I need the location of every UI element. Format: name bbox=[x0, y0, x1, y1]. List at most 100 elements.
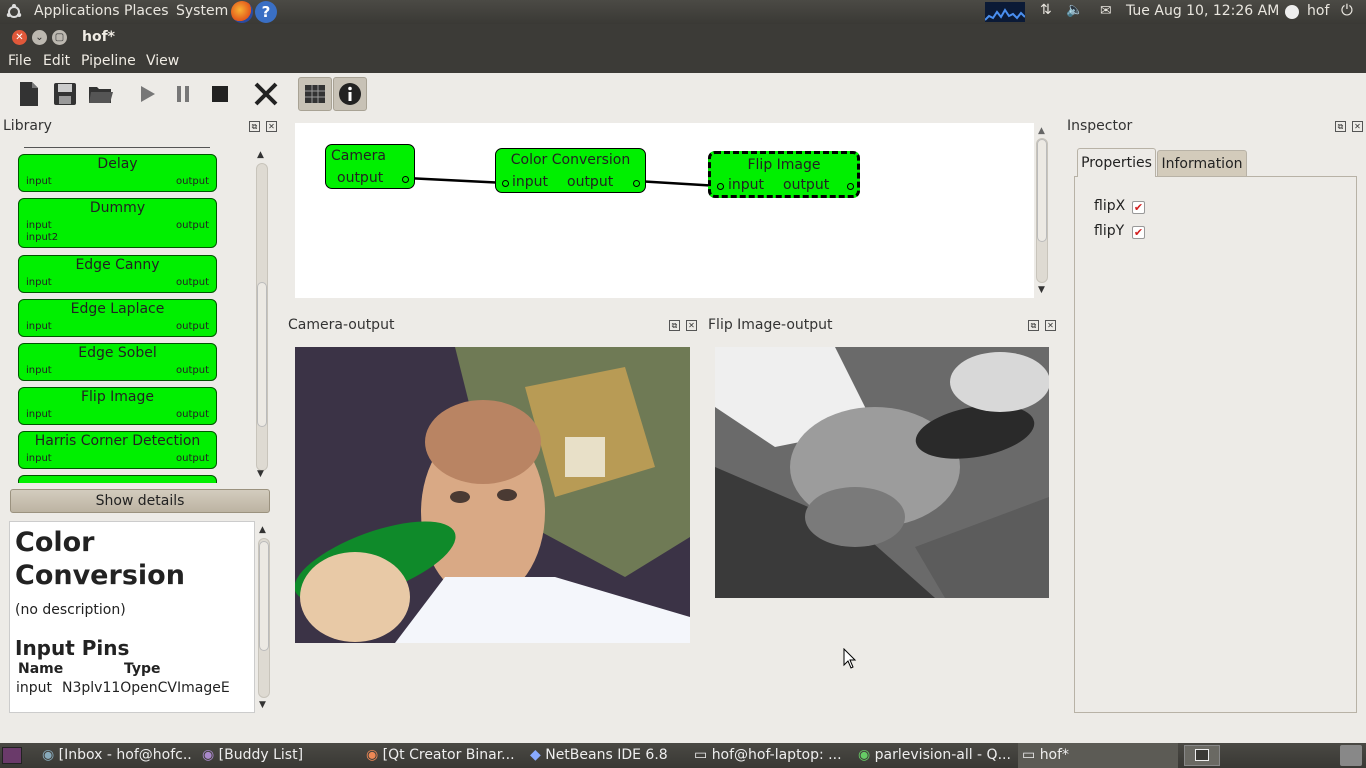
new-icon[interactable] bbox=[14, 79, 44, 109]
camera-output-close-icon[interactable]: ✕ bbox=[686, 320, 697, 331]
connection-line[interactable] bbox=[405, 176, 507, 185]
library-item-dummy[interactable]: Dummy input input2 output bbox=[18, 198, 217, 248]
bottom-taskbar: ◉ [Inbox - hof@hofc... ◉ [Buddy List] ◉ … bbox=[0, 743, 1366, 768]
details-scroll-thumb[interactable] bbox=[259, 541, 269, 651]
connection-line[interactable] bbox=[635, 179, 720, 188]
show-desktop-icon[interactable] bbox=[2, 747, 22, 764]
node-input-pin[interactable] bbox=[502, 180, 509, 187]
info-icon[interactable] bbox=[333, 77, 367, 111]
flip-output-close-icon[interactable]: ✕ bbox=[1045, 320, 1056, 331]
window-minimize-icon[interactable]: ⌄ bbox=[32, 30, 47, 45]
close-icon[interactable] bbox=[251, 79, 281, 109]
pipeline-canvas[interactable]: Camera output Color Conversion input out… bbox=[295, 123, 1034, 298]
node-label: Camera bbox=[331, 148, 386, 164]
pipeline-node-camera[interactable]: Camera output bbox=[325, 144, 415, 189]
trash-icon[interactable] bbox=[1340, 745, 1362, 766]
library-item-output: output bbox=[176, 453, 209, 464]
save-icon[interactable] bbox=[50, 79, 80, 109]
canvas-scroll-thumb[interactable] bbox=[1037, 139, 1047, 242]
library-item-output: output bbox=[176, 220, 209, 231]
library-item-output: output bbox=[176, 321, 209, 332]
library-scroll-down-icon[interactable]: ▼ bbox=[257, 469, 264, 479]
inspector-close-icon[interactable]: ✕ bbox=[1352, 121, 1363, 132]
menu-pipeline[interactable]: Pipeline bbox=[81, 53, 136, 69]
applications-menu[interactable]: Applications bbox=[34, 3, 120, 19]
inspector-float-icon[interactable]: ⧉ bbox=[1335, 121, 1346, 132]
tab-properties[interactable]: Properties bbox=[1077, 148, 1156, 177]
play-icon[interactable] bbox=[132, 79, 162, 109]
library-item-flip-image[interactable]: Flip Image input output bbox=[18, 387, 217, 425]
camera-output-float-icon[interactable]: ⧉ bbox=[669, 320, 680, 331]
library-item-partial[interactable] bbox=[18, 475, 217, 483]
task-hof-window[interactable]: ▭ hof* bbox=[1018, 743, 1178, 768]
ubuntu-logo-icon[interactable] bbox=[6, 4, 22, 20]
tab-information[interactable]: Information bbox=[1157, 150, 1247, 177]
library-item-edge-sobel[interactable]: Edge Sobel input output bbox=[18, 343, 217, 381]
volume-icon[interactable]: 🔈 bbox=[1066, 2, 1083, 18]
grid-icon[interactable] bbox=[298, 77, 332, 111]
system-monitor-icon[interactable] bbox=[985, 2, 1025, 22]
canvas-scroll-up-icon[interactable]: ▲ bbox=[1038, 126, 1045, 136]
window-title: hof* bbox=[82, 29, 115, 45]
node-label: Flip Image bbox=[747, 157, 821, 173]
help-icon[interactable]: ? bbox=[255, 1, 277, 23]
menu-view[interactable]: View bbox=[146, 53, 179, 69]
node-input-pin[interactable] bbox=[717, 183, 724, 190]
library-close-icon[interactable]: ✕ bbox=[266, 121, 277, 132]
canvas-scroll-down-icon[interactable]: ▼ bbox=[1038, 285, 1045, 295]
library-float-icon[interactable]: ⧉ bbox=[249, 121, 260, 132]
prop-flipx-checkbox[interactable]: ✔ bbox=[1132, 200, 1145, 215]
details-pins-heading: Input Pins bbox=[15, 636, 130, 660]
window-maximize-icon[interactable]: ▢ bbox=[52, 30, 67, 45]
task-qt-creator[interactable]: ◉ [Qt Creator Binar... bbox=[366, 743, 516, 768]
clock[interactable]: Tue Aug 10, 12:26 AM bbox=[1126, 3, 1279, 19]
node-label: Color Conversion bbox=[510, 152, 631, 168]
firefox-icon[interactable] bbox=[231, 1, 253, 23]
pipeline-node-flip-image[interactable]: Flip Image input output bbox=[708, 151, 860, 198]
prop-flipy-checkbox[interactable]: ✔ bbox=[1132, 225, 1145, 240]
stop-icon[interactable] bbox=[205, 79, 235, 109]
menu-edit[interactable]: Edit bbox=[43, 53, 70, 69]
library-item-edge-canny[interactable]: Edge Canny input output bbox=[18, 255, 217, 293]
details-scroll-down-icon[interactable]: ▼ bbox=[259, 700, 266, 710]
flip-output-float-icon[interactable]: ⧉ bbox=[1028, 320, 1039, 331]
canvas-scrollbar[interactable] bbox=[1036, 138, 1048, 283]
details-scroll-up-icon[interactable]: ▲ bbox=[259, 525, 266, 535]
open-icon[interactable] bbox=[86, 79, 116, 109]
mail-icon[interactable]: ✉ bbox=[1100, 3, 1112, 19]
library-scrollbar[interactable] bbox=[256, 163, 268, 471]
library-item-output: output bbox=[176, 176, 209, 187]
pause-icon[interactable] bbox=[168, 79, 198, 109]
details-scrollbar[interactable] bbox=[258, 538, 270, 698]
library-item-delay[interactable]: Delay input output bbox=[18, 154, 217, 192]
library-scroll-up-icon[interactable]: ▲ bbox=[257, 150, 264, 160]
network-icon[interactable]: ⇅ bbox=[1040, 2, 1052, 18]
task-label: [Qt Creator Binar... bbox=[382, 747, 515, 763]
node-output-pin[interactable] bbox=[847, 183, 854, 190]
workspace-switcher[interactable] bbox=[1184, 745, 1220, 766]
task-terminal[interactable]: ▭ hof@hof-laptop: ... bbox=[694, 743, 844, 768]
show-details-button[interactable]: Show details bbox=[10, 489, 270, 513]
task-buddy-list[interactable]: ◉ [Buddy List] bbox=[202, 743, 352, 768]
library-item-harris-corner[interactable]: Harris Corner Detection input output bbox=[18, 431, 217, 469]
window-close-icon[interactable]: ✕ bbox=[12, 30, 27, 45]
library-item-input: input bbox=[26, 220, 52, 231]
pipeline-node-color-conversion[interactable]: Color Conversion input output bbox=[495, 148, 646, 193]
library-item-label: Delay bbox=[97, 156, 138, 172]
places-menu[interactable]: Places bbox=[124, 3, 169, 19]
task-inbox[interactable]: ◉ [Inbox - hof@hofc... bbox=[42, 743, 192, 768]
task-netbeans[interactable]: ◆ NetBeans IDE 6.8 bbox=[530, 743, 680, 768]
task-parlevision[interactable]: ◉ parlevision-all - Q... bbox=[858, 743, 1013, 768]
library-item-edge-laplace[interactable]: Edge Laplace input output bbox=[18, 299, 217, 337]
node-output-pin[interactable] bbox=[633, 180, 640, 187]
library-item-input: input bbox=[26, 365, 52, 376]
library-scroll-thumb[interactable] bbox=[257, 282, 267, 427]
prop-flipx-label: flipX bbox=[1094, 198, 1126, 214]
system-menu[interactable]: System bbox=[176, 3, 228, 19]
details-panel: Color Conversion (no description) Input … bbox=[9, 521, 255, 713]
camera-output-title: Camera-output bbox=[288, 317, 395, 333]
user-name[interactable]: hof bbox=[1307, 3, 1329, 19]
power-icon[interactable]: ⏻ bbox=[1341, 1, 1353, 19]
menu-file[interactable]: File bbox=[8, 53, 31, 69]
node-output-pin[interactable] bbox=[402, 176, 409, 183]
